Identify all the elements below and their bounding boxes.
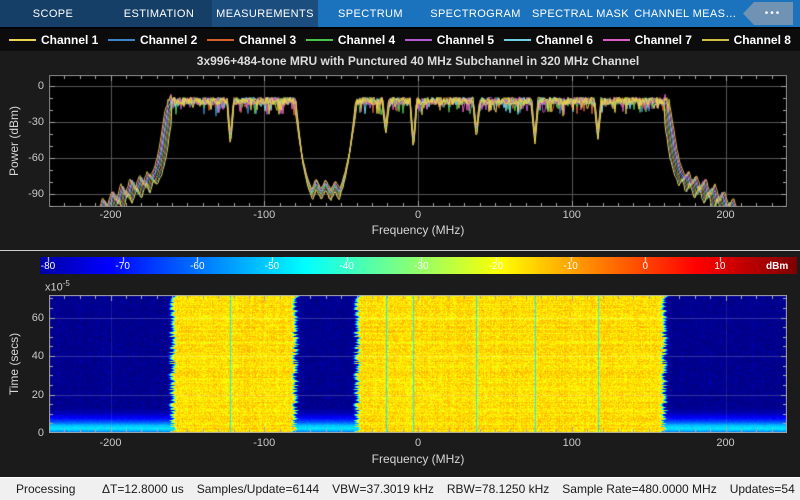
- colorbar-tick-label: 0: [642, 261, 648, 272]
- colorbar-tick-label: -70: [115, 261, 129, 272]
- legend-line-swatch: [603, 39, 630, 41]
- tick-label: -200: [99, 209, 121, 221]
- tick-label: 60: [17, 312, 44, 324]
- colorbar-tick-label: 10: [714, 261, 725, 272]
- legend-line-swatch: [108, 39, 135, 41]
- tick-label: 0: [415, 437, 421, 449]
- tab-estimation[interactable]: ESTIMATION: [106, 0, 212, 27]
- spectrum-y-axis-label: Power (dBm): [7, 81, 21, 201]
- legend-item-channel-2[interactable]: Channel 2: [108, 33, 197, 47]
- colorbar-unit-label: dBm: [766, 261, 788, 272]
- legend-label: Channel 1: [41, 33, 98, 47]
- tick-label: -30: [17, 116, 44, 128]
- tick-label: -100: [253, 209, 275, 221]
- tab-spectrum[interactable]: SPECTRUM: [318, 0, 423, 27]
- colorbar-tick-label: -50: [265, 261, 279, 272]
- colorbar-tick-label: -60: [190, 261, 204, 272]
- tab-channel-meas[interactable]: CHANNEL MEAS…: [633, 0, 738, 27]
- legend-label: Channel 5: [437, 33, 494, 47]
- legend-label: Channel 3: [239, 33, 296, 47]
- tick-label: 100: [563, 437, 581, 449]
- legend-line-swatch: [702, 39, 729, 41]
- status-metric: RBW=78.1250 kHz: [447, 482, 549, 496]
- tick-label: 0: [17, 427, 44, 439]
- legend-label: Channel 6: [536, 33, 593, 47]
- tick-label: -90: [17, 188, 44, 200]
- tick-label: -200: [99, 437, 121, 449]
- status-metric: Sample Rate=480.0000 MHz: [562, 482, 716, 496]
- tick-label: -60: [17, 152, 44, 164]
- spectrum-plot-canvas[interactable]: [49, 75, 787, 207]
- legend-line-swatch: [207, 39, 234, 41]
- colorbar-tick-label: -10: [563, 261, 577, 272]
- colorbar-tick-label: -80: [41, 261, 55, 272]
- tick-label: 200: [716, 437, 734, 449]
- channel-legend: Channel 1 Channel 2 Channel 3 Channel 4 Chan…: [0, 29, 800, 51]
- status-bar: Processing ΔT=12.8000 us Samples/Update=6…: [0, 477, 800, 500]
- tick-label: 0: [415, 209, 421, 221]
- colorbar-tick-label: -20: [489, 261, 503, 272]
- legend-line-swatch: [405, 39, 432, 41]
- colorbar-tick-label: -30: [414, 261, 428, 272]
- time-axis-multiplier: x10-5: [45, 279, 70, 294]
- legend-item-channel-3[interactable]: Channel 3: [207, 33, 296, 47]
- legend-item-channel-5[interactable]: Channel 5: [405, 33, 494, 47]
- spectrum-x-axis-label: Frequency (MHz): [49, 223, 787, 237]
- toolstrip-right-section: SPECTRUMSPECTROGRAMSPECTRAL MASKCHANNEL …: [318, 0, 800, 27]
- legend-item-channel-7[interactable]: Channel 7: [603, 33, 692, 47]
- toolstrip: SCOPEESTIMATIONMEASUREMENTS SPECTRUMSPEC…: [0, 0, 800, 27]
- spectrum-panel: 3x996+484-tone MRU with Punctured 40 MHz…: [0, 51, 800, 250]
- tick-label: 40: [17, 350, 44, 362]
- colorbar-tick-label: -40: [339, 261, 353, 272]
- spectrogram-x-axis-label: Frequency (MHz): [49, 452, 787, 466]
- tab-spectral-mask[interactable]: SPECTRAL MASK: [528, 0, 633, 27]
- tick-label: 200: [716, 209, 734, 221]
- legend-label: Channel 8: [734, 33, 791, 47]
- status-state: Processing: [16, 482, 102, 496]
- legend-label: Channel 7: [635, 33, 692, 47]
- legend-line-swatch: [504, 39, 531, 41]
- legend-line-swatch: [306, 39, 333, 41]
- tick-label: 20: [17, 389, 44, 401]
- legend-line-swatch: [9, 39, 36, 41]
- status-metrics: ΔT=12.8000 us Samples/Update=6144 VBW=37.3…: [102, 482, 800, 496]
- spectrogram-panel: x10-5 Frequency (MHz) Time (secs) -80-70…: [0, 251, 800, 477]
- toolbar-overflow-button[interactable]: •••: [743, 2, 793, 25]
- spectrum-analyzer-window: SCOPEESTIMATIONMEASUREMENTS SPECTRUMSPEC…: [0, 0, 800, 500]
- tick-label: 100: [563, 209, 581, 221]
- status-metric: VBW=37.3019 kHz: [332, 482, 434, 496]
- legend-item-channel-4[interactable]: Channel 4: [306, 33, 395, 47]
- legend-item-channel-1[interactable]: Channel 1: [9, 33, 98, 47]
- spectrogram-canvas[interactable]: [49, 295, 787, 433]
- ellipsis-icon: •••: [765, 9, 782, 19]
- tab-measurements[interactable]: MEASUREMENTS: [212, 0, 318, 27]
- spectrum-title: 3x996+484-tone MRU with Punctured 40 MHz…: [49, 54, 787, 68]
- legend-item-channel-8[interactable]: Channel 8: [702, 33, 791, 47]
- tab-spectrogram[interactable]: SPECTROGRAM: [423, 0, 528, 27]
- status-metric: Updates=54: [730, 482, 795, 496]
- tick-label: 0: [17, 80, 44, 92]
- toolstrip-left-section: SCOPEESTIMATIONMEASUREMENTS: [0, 0, 318, 27]
- status-metric: Samples/Update=6144: [197, 482, 319, 496]
- tick-label: -100: [253, 437, 275, 449]
- legend-item-channel-6[interactable]: Channel 6: [504, 33, 593, 47]
- legend-label: Channel 2: [140, 33, 197, 47]
- legend-label: Channel 4: [338, 33, 395, 47]
- status-metric: ΔT=12.8000 us: [102, 482, 184, 496]
- tab-scope[interactable]: SCOPE: [0, 0, 106, 27]
